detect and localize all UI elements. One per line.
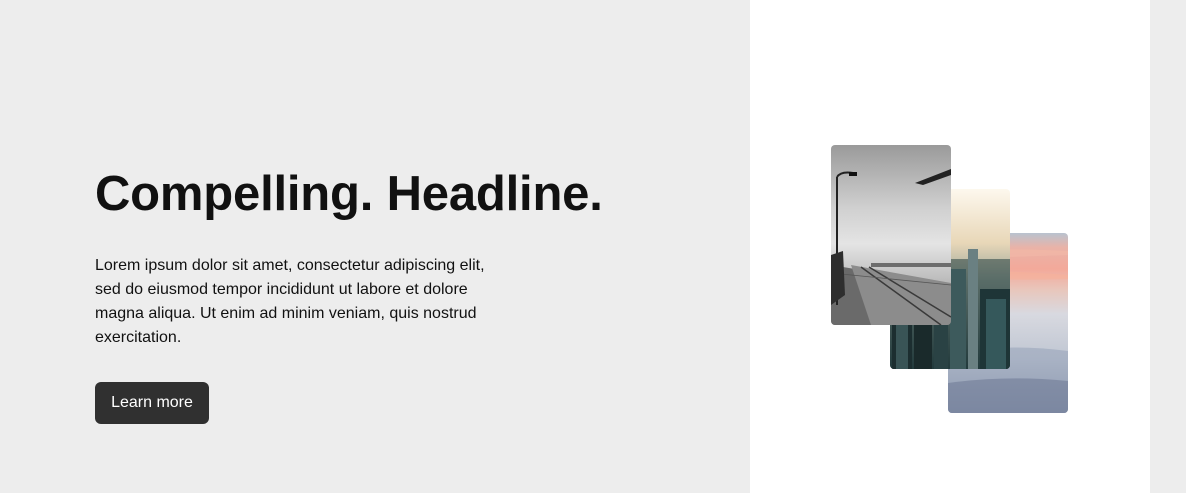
hero-text-block: Compelling. Headline. Lorem ipsum dolor … [95,166,655,350]
hero-section: Compelling. Headline. Lorem ipsum dolor … [0,0,1186,493]
image-pier-bw [831,145,951,325]
body-copy: Lorem ipsum dolor sit amet, consectetur … [95,257,485,346]
image-panel [750,0,1150,493]
headline: Compelling. Headline. [95,167,603,221]
learn-more-button[interactable]: Learn more [95,382,209,424]
